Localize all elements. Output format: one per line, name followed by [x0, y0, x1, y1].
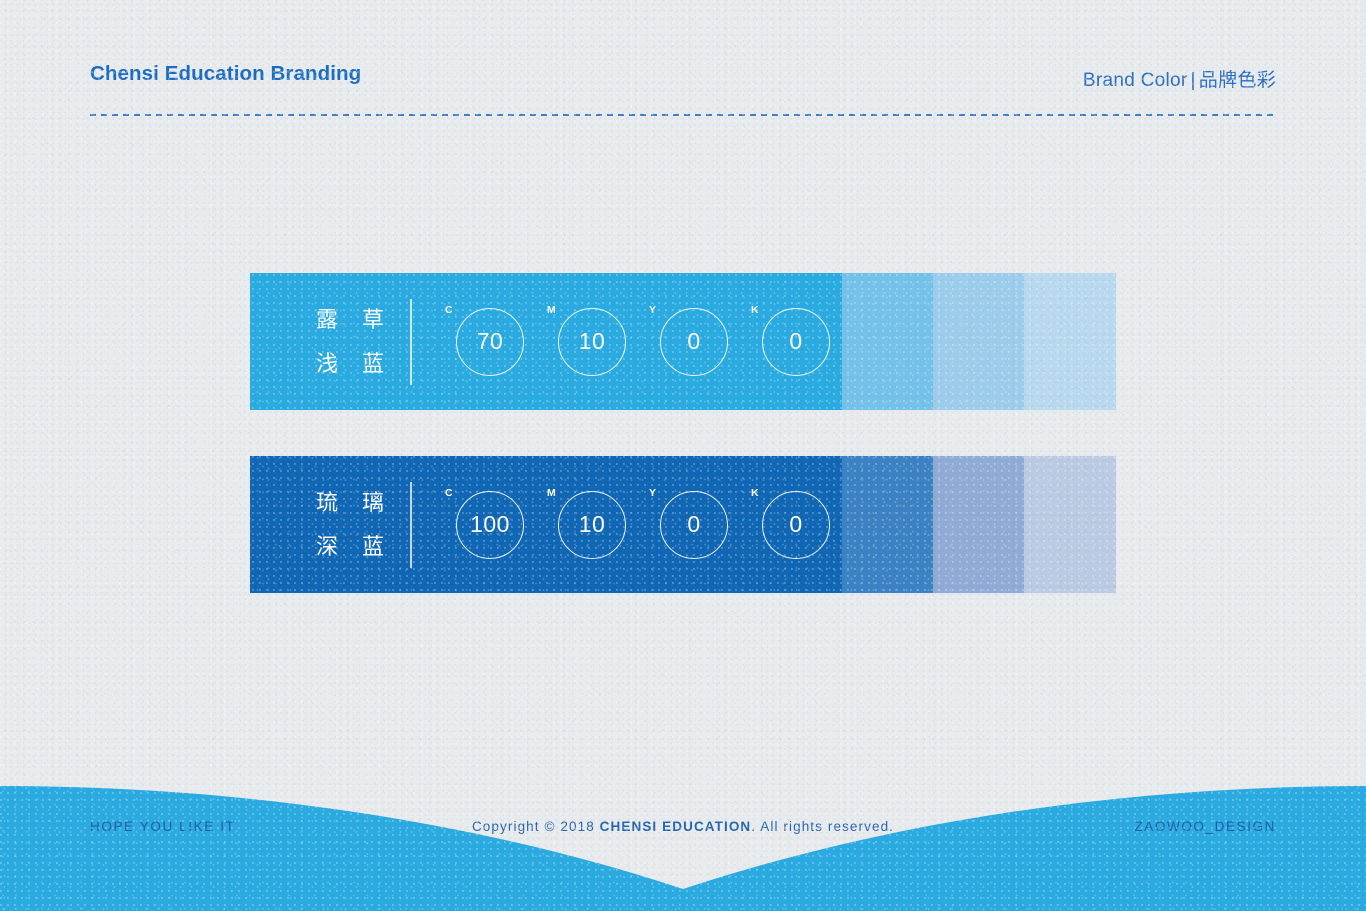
page-header: Chensi Education Branding Brand Color | 品牌… — [90, 62, 1276, 124]
cmyk-channel-letter: C — [445, 303, 454, 316]
color-primary-block: 琉 璃 深 蓝 C 100 M 10 Y 0 K 0 — [250, 456, 842, 593]
tint-swatch-group — [842, 456, 1116, 593]
color-name-char: 深 — [316, 533, 339, 559]
color-name-char: 璃 — [361, 489, 384, 515]
tint-swatch-group — [842, 273, 1116, 410]
color-name-char: 露 — [316, 306, 339, 332]
color-name-char: 草 — [361, 306, 384, 332]
tint-swatch — [933, 456, 1024, 593]
vertical-divider — [410, 481, 412, 568]
cmyk-channel-c: C 100 — [438, 479, 540, 571]
tint-swatch — [842, 273, 933, 410]
vertical-divider — [410, 298, 412, 385]
footer-wave-shape — [0, 786, 1366, 911]
color-name-char: 琉 — [316, 489, 339, 515]
cmyk-channel-letter: Y — [649, 303, 657, 316]
header-separator: | — [1190, 70, 1196, 91]
color-swatch-row: 琉 璃 深 蓝 C 100 M 10 Y 0 K 0 — [250, 456, 1116, 593]
color-name-char: 蓝 — [361, 533, 384, 559]
cmyk-channel-letter: K — [751, 303, 760, 316]
footer-copyright-pre: Copyright © 2018 — [471, 819, 600, 834]
footer-copyright-post: . All rights reserved. — [751, 819, 895, 834]
cmyk-values: C 70 M 10 Y 0 K 0 — [438, 296, 846, 388]
color-name-cn: 露 草 浅 蓝 — [292, 306, 408, 376]
cmyk-channel-y: Y 0 — [642, 296, 744, 388]
cmyk-channel-value: 0 — [762, 307, 830, 376]
footer-tagline: HOPE YOU LIKE IT — [90, 819, 236, 834]
color-name-cn: 琉 璃 深 蓝 — [292, 489, 408, 559]
cmyk-channel-value: 0 — [660, 490, 728, 559]
cmyk-channel-k: K 0 — [744, 479, 846, 571]
cmyk-channel-letter: Y — [649, 486, 657, 499]
page-title: Chensi Education Branding — [90, 62, 362, 85]
cmyk-channel-value: 0 — [660, 307, 728, 376]
cmyk-channel-k: K 0 — [744, 296, 846, 388]
cmyk-channel-value: 10 — [558, 490, 626, 559]
cmyk-channel-letter: M — [547, 303, 557, 316]
footer-copyright: Copyright © 2018 CHENSI EDUCATION. All r… — [472, 819, 894, 834]
footer-copyright-brand: CHENSI EDUCATION — [599, 819, 752, 834]
cmyk-channel-letter: C — [445, 486, 454, 499]
cmyk-channel-m: M 10 — [540, 296, 642, 388]
tint-swatch — [1024, 456, 1116, 593]
tint-swatch — [933, 273, 1024, 410]
cmyk-channel-y: Y 0 — [642, 479, 744, 571]
cmyk-values: C 100 M 10 Y 0 K 0 — [438, 479, 846, 571]
color-swatch-row: 露 草 浅 蓝 C 70 M 10 Y 0 K 0 — [250, 273, 1116, 410]
color-primary-block: 露 草 浅 蓝 C 70 M 10 Y 0 K 0 — [250, 273, 842, 410]
cmyk-channel-value: 100 — [456, 490, 524, 559]
page-footer — [0, 768, 1366, 911]
tint-swatch — [842, 456, 933, 593]
footer-designer-credit: ZAOWOO_DESIGN — [1134, 819, 1276, 834]
cmyk-channel-value: 70 — [456, 307, 524, 376]
cmyk-channel-letter: K — [751, 486, 760, 499]
color-name-char: 蓝 — [361, 350, 384, 376]
color-name-char: 浅 — [316, 350, 339, 376]
tint-swatch — [1024, 273, 1116, 410]
cmyk-channel-m: M 10 — [540, 479, 642, 571]
cmyk-channel-c: C 70 — [438, 296, 540, 388]
header-section-label-cn: 品牌色彩 — [1198, 70, 1276, 91]
header-section-label-en: Brand Color — [1082, 70, 1188, 91]
header-dashed-divider — [90, 114, 1276, 116]
header-section-label: Brand Color | 品牌色彩 — [1083, 65, 1276, 92]
cmyk-channel-value: 0 — [762, 490, 830, 559]
cmyk-channel-letter: M — [547, 486, 557, 499]
cmyk-channel-value: 10 — [558, 307, 626, 376]
